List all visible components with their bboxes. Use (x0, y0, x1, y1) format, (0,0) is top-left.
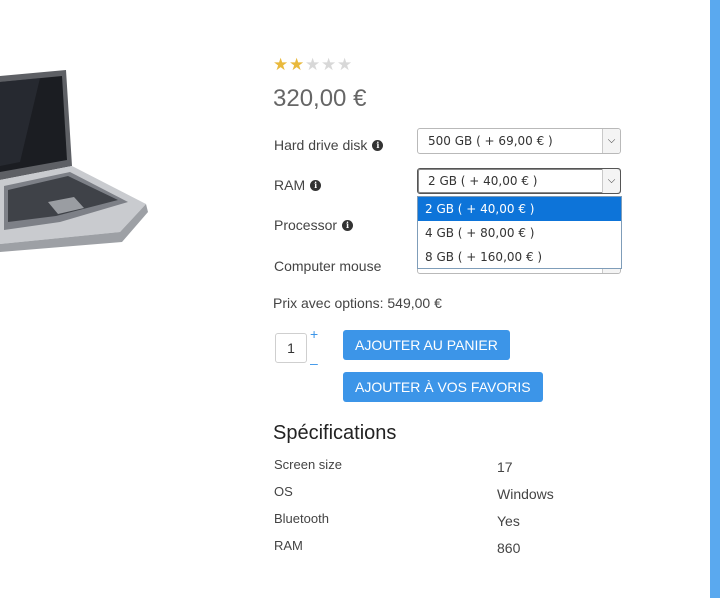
spec-value: 17 (497, 459, 513, 475)
ram-dropdown-list[interactable]: 2 GB ( + 40,00 € ) 4 GB ( + 80,00 € ) 8 … (417, 196, 622, 269)
spec-name: OS (274, 484, 293, 499)
spec-name: RAM (274, 538, 303, 553)
option-label-mouse: Computer mouse (274, 258, 381, 274)
product-image (0, 70, 148, 252)
info-icon[interactable]: i (310, 179, 322, 191)
dropdown-option[interactable]: 8 GB ( + 160,00 € ) (418, 245, 621, 269)
option-label-ram: RAM i (274, 177, 322, 193)
spec-name: Screen size (274, 457, 342, 472)
option-label-text: RAM (274, 177, 306, 193)
spec-value: Windows (497, 486, 554, 502)
star-empty-icon: ★ (337, 55, 353, 74)
star-empty-icon: ★ (305, 55, 321, 74)
spec-row: Bluetooth Yes (274, 511, 574, 529)
select-value: 2 GB ( + 40,00 € ) (428, 174, 538, 188)
chevron-down-icon[interactable]: ⌵ (602, 129, 620, 153)
ram-select[interactable]: 2 GB ( + 40,00 € ) ⌵ (417, 168, 621, 194)
dropdown-option[interactable]: 4 GB ( + 80,00 € ) (418, 221, 621, 245)
quantity-input[interactable]: 1 (275, 333, 307, 363)
rating-stars: ★ ★ ★ ★ ★ (273, 55, 353, 74)
option-label-processor: Processor i (274, 217, 354, 233)
option-label-hard-drive: Hard drive disk i (274, 137, 384, 153)
info-icon[interactable]: i (372, 139, 384, 151)
star-full-icon: ★ (289, 55, 305, 74)
option-label-text: Computer mouse (274, 258, 382, 274)
quantity-plus-button[interactable]: + (310, 327, 318, 341)
hard-drive-select[interactable]: 500 GB ( + 69,00 € ) ⌵ (417, 128, 621, 154)
product-price: 320,00 € (273, 85, 367, 112)
price-with-options: Prix avec options: 549,00 € (273, 295, 442, 311)
spec-value: Yes (497, 513, 520, 529)
spec-value: 860 (497, 540, 521, 556)
spec-row: RAM 860 (274, 538, 574, 556)
chevron-down-icon[interactable]: ⌵ (602, 169, 620, 193)
add-to-cart-button[interactable]: AJOUTER AU PANIER (343, 330, 510, 360)
star-empty-icon: ★ (321, 55, 337, 74)
star-full-icon: ★ (273, 55, 289, 74)
specifications-heading: Spécifications (273, 422, 397, 444)
quantity-minus-button[interactable]: – (310, 356, 318, 370)
add-to-favorites-button[interactable]: AJOUTER À VOS FAVORIS (343, 372, 543, 402)
option-label-text: Hard drive disk (274, 137, 368, 153)
spec-name: Bluetooth (274, 511, 329, 526)
info-icon[interactable]: i (342, 219, 354, 231)
page-edge (710, 0, 720, 598)
select-value: 500 GB ( + 69,00 € ) (428, 134, 553, 148)
option-label-text: Processor (274, 217, 338, 233)
dropdown-option[interactable]: 2 GB ( + 40,00 € ) (418, 197, 621, 221)
spec-row: Screen size 17 (274, 457, 574, 475)
spec-row: OS Windows (274, 484, 574, 502)
